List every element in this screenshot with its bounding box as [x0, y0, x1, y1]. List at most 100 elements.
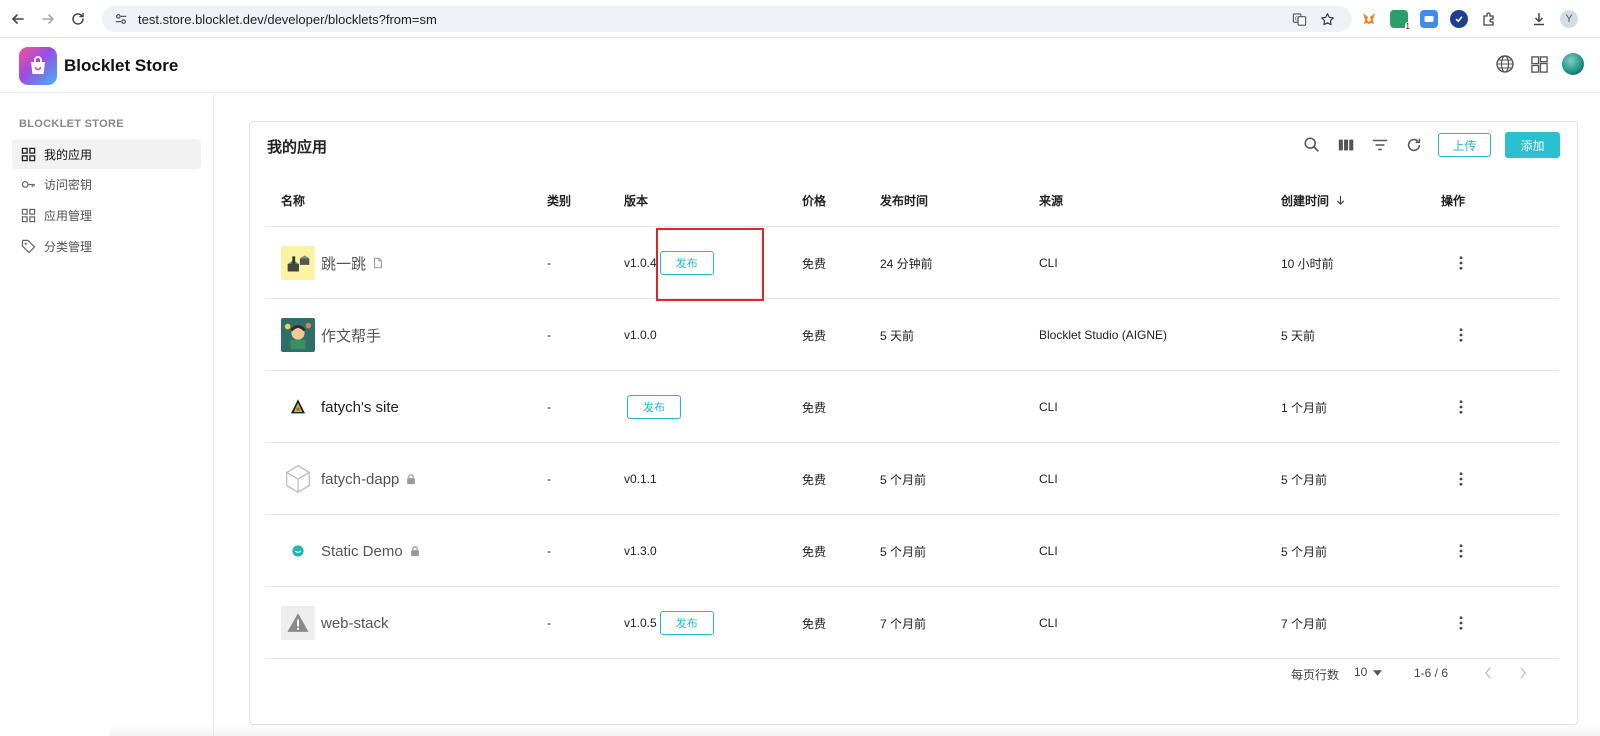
brand-name[interactable]: Blocklet Store: [64, 56, 178, 76]
upload-button[interactable]: 上传: [1438, 133, 1491, 157]
column-header-publish-time[interactable]: 发布时间: [880, 192, 928, 209]
sort-down-arrow-icon: [1335, 195, 1346, 206]
publish-time-cell: 5 个月前: [880, 472, 927, 487]
column-header-version[interactable]: 版本: [624, 192, 648, 209]
publish-button[interactable]: 发布: [659, 611, 714, 635]
more-vert-icon[interactable]: [1451, 613, 1471, 633]
more-vert-icon[interactable]: [1451, 469, 1471, 489]
app-name[interactable]: Static Demo: [321, 543, 403, 560]
created-time-cell: 5 个月前: [1281, 472, 1328, 487]
source-cell: CLI: [1039, 256, 1058, 270]
search-icon[interactable]: [1302, 135, 1322, 155]
app-thumbnail: [281, 534, 315, 568]
download-icon[interactable]: [1530, 10, 1548, 28]
puzzle-extensions-icon[interactable]: [1480, 10, 1498, 28]
version-text: v1.0.0: [624, 328, 657, 342]
chevron-left-icon[interactable]: [1478, 663, 1498, 683]
globe-icon[interactable]: [1494, 53, 1516, 75]
column-header-actions: 操作: [1441, 194, 1466, 208]
app-name[interactable]: fatych-dapp: [321, 471, 399, 488]
forward-icon[interactable]: [33, 4, 63, 34]
address-bar[interactable]: test.store.blocklet.dev/developer/blockl…: [102, 6, 1352, 32]
url-text[interactable]: test.store.blocklet.dev/developer/blockl…: [138, 12, 437, 27]
version-text: v1.3.0: [624, 544, 657, 558]
user-avatar[interactable]: [1562, 53, 1584, 75]
sidebar: BLOCKLET STORE 我的应用 访问密钥 应用管理 分类管理: [0, 94, 214, 736]
source-cell: Blocklet Studio (AIGNE): [1039, 328, 1168, 342]
table-row[interactable]: 作文帮手 - v1.0.0 免费 5 天前 Blocklet Studio (A…: [267, 299, 1559, 371]
publish-time-cell: 24 分钟前: [880, 256, 933, 271]
profile-avatar[interactable]: Y: [1560, 10, 1578, 28]
pagination-range: 1-6 / 6: [1414, 666, 1449, 680]
column-header-name[interactable]: 名称: [281, 192, 305, 209]
publish-time-cell: 7 个月前: [880, 616, 927, 631]
app-thumbnail: [281, 606, 315, 640]
table-row[interactable]: 跳一跳 - v1.0.4 发布 免费 24 分钟前 CLI 10 小时前: [267, 227, 1559, 299]
source-cell: CLI: [1039, 616, 1058, 630]
tag-icon: [20, 238, 36, 254]
bottom-shadow: [110, 724, 1600, 736]
table-row[interactable]: fatych-dapp - v0.1.1 免费 5 个月前 CLI 5 个月前: [267, 443, 1559, 515]
sidebar-item-label: 我的应用: [44, 147, 93, 162]
check-extension-icon[interactable]: [1450, 10, 1468, 28]
blocklet-store-logo[interactable]: [19, 47, 57, 85]
chevron-right-icon[interactable]: [1513, 663, 1533, 683]
version-text: v0.1.1: [624, 472, 657, 486]
translate-icon[interactable]: G: [1290, 10, 1308, 28]
app-name[interactable]: web-stack: [321, 615, 389, 632]
refresh-icon[interactable]: [1404, 135, 1424, 155]
category-cell: -: [547, 328, 551, 342]
filter-icon[interactable]: [1370, 135, 1390, 155]
price-cell: 免费: [802, 544, 827, 559]
table-header: 名称 类别 版本 价格 发布时间 来源 创建时间 操作: [267, 172, 1559, 227]
price-cell: 免费: [802, 472, 827, 487]
key-icon: [20, 176, 36, 192]
more-vert-icon[interactable]: [1451, 397, 1471, 417]
back-icon[interactable]: [3, 4, 33, 34]
publish-button[interactable]: 发布: [627, 395, 681, 419]
sidebar-item-categories[interactable]: 分类管理: [12, 231, 201, 261]
columns-icon[interactable]: [1336, 135, 1356, 155]
category-cell: -: [547, 544, 551, 558]
publish-time-cell: 5 个月前: [880, 544, 927, 559]
table-row[interactable]: fatych's site - 发布 免费 CLI 1 个月前: [267, 371, 1559, 443]
category-cell: -: [547, 256, 551, 270]
price-cell: 免费: [802, 328, 827, 343]
created-time-cell: 5 天前: [1281, 328, 1316, 343]
version-text: v1.0.5: [624, 616, 657, 630]
more-vert-icon[interactable]: [1451, 541, 1471, 561]
document-icon: [371, 256, 385, 270]
sidebar-item-label: 应用管理: [44, 208, 93, 223]
column-header-price[interactable]: 价格: [802, 192, 826, 209]
reload-icon[interactable]: [63, 4, 93, 34]
table-row[interactable]: Static Demo - v1.3.0 免费 5 个月前 CLI 5 个月前: [267, 515, 1559, 587]
app-thumbnail: [281, 246, 315, 280]
apps-table-card: 我的应用 上传 添加 名称 类别 版本 价格 发布时间 来源 创建时间 操作 跳…: [249, 121, 1578, 725]
wallet-extension-icon[interactable]: 1: [1390, 10, 1411, 31]
extensions-bar: 1 Y: [1360, 6, 1578, 32]
publish-time-cell: 5 天前: [880, 328, 915, 343]
app-thumbnail: [281, 462, 315, 496]
site-info-icon[interactable]: [112, 10, 130, 28]
app-name[interactable]: fatych's site: [321, 399, 399, 416]
metamask-icon[interactable]: [1360, 10, 1378, 28]
screenshot-extension-icon[interactable]: [1420, 10, 1438, 28]
more-vert-icon[interactable]: [1451, 325, 1471, 345]
table-row[interactable]: web-stack - v1.0.5 发布 免费 7 个月前 CLI 7 个月前: [267, 587, 1559, 659]
more-vert-icon[interactable]: [1451, 253, 1471, 273]
add-button[interactable]: 添加: [1505, 132, 1560, 158]
category-cell: -: [547, 472, 551, 486]
bookmark-star-icon[interactable]: [1318, 10, 1336, 28]
sidebar-item-my-apps[interactable]: 我的应用: [12, 139, 201, 169]
apps-grid-icon[interactable]: [1528, 53, 1550, 75]
sidebar-item-access-keys[interactable]: 访问密钥: [12, 169, 201, 199]
column-header-created-time[interactable]: 创建时间: [1281, 192, 1346, 209]
app-name[interactable]: 跳一跳: [321, 253, 366, 274]
created-time-cell: 1 个月前: [1281, 400, 1328, 415]
sidebar-item-app-management[interactable]: 应用管理: [12, 200, 201, 230]
source-cell: CLI: [1039, 472, 1058, 486]
column-header-source[interactable]: 来源: [1039, 192, 1063, 209]
rows-per-page-select[interactable]: 10: [1354, 665, 1383, 679]
column-header-category[interactable]: 类别: [547, 192, 571, 209]
app-name[interactable]: 作文帮手: [321, 325, 381, 346]
